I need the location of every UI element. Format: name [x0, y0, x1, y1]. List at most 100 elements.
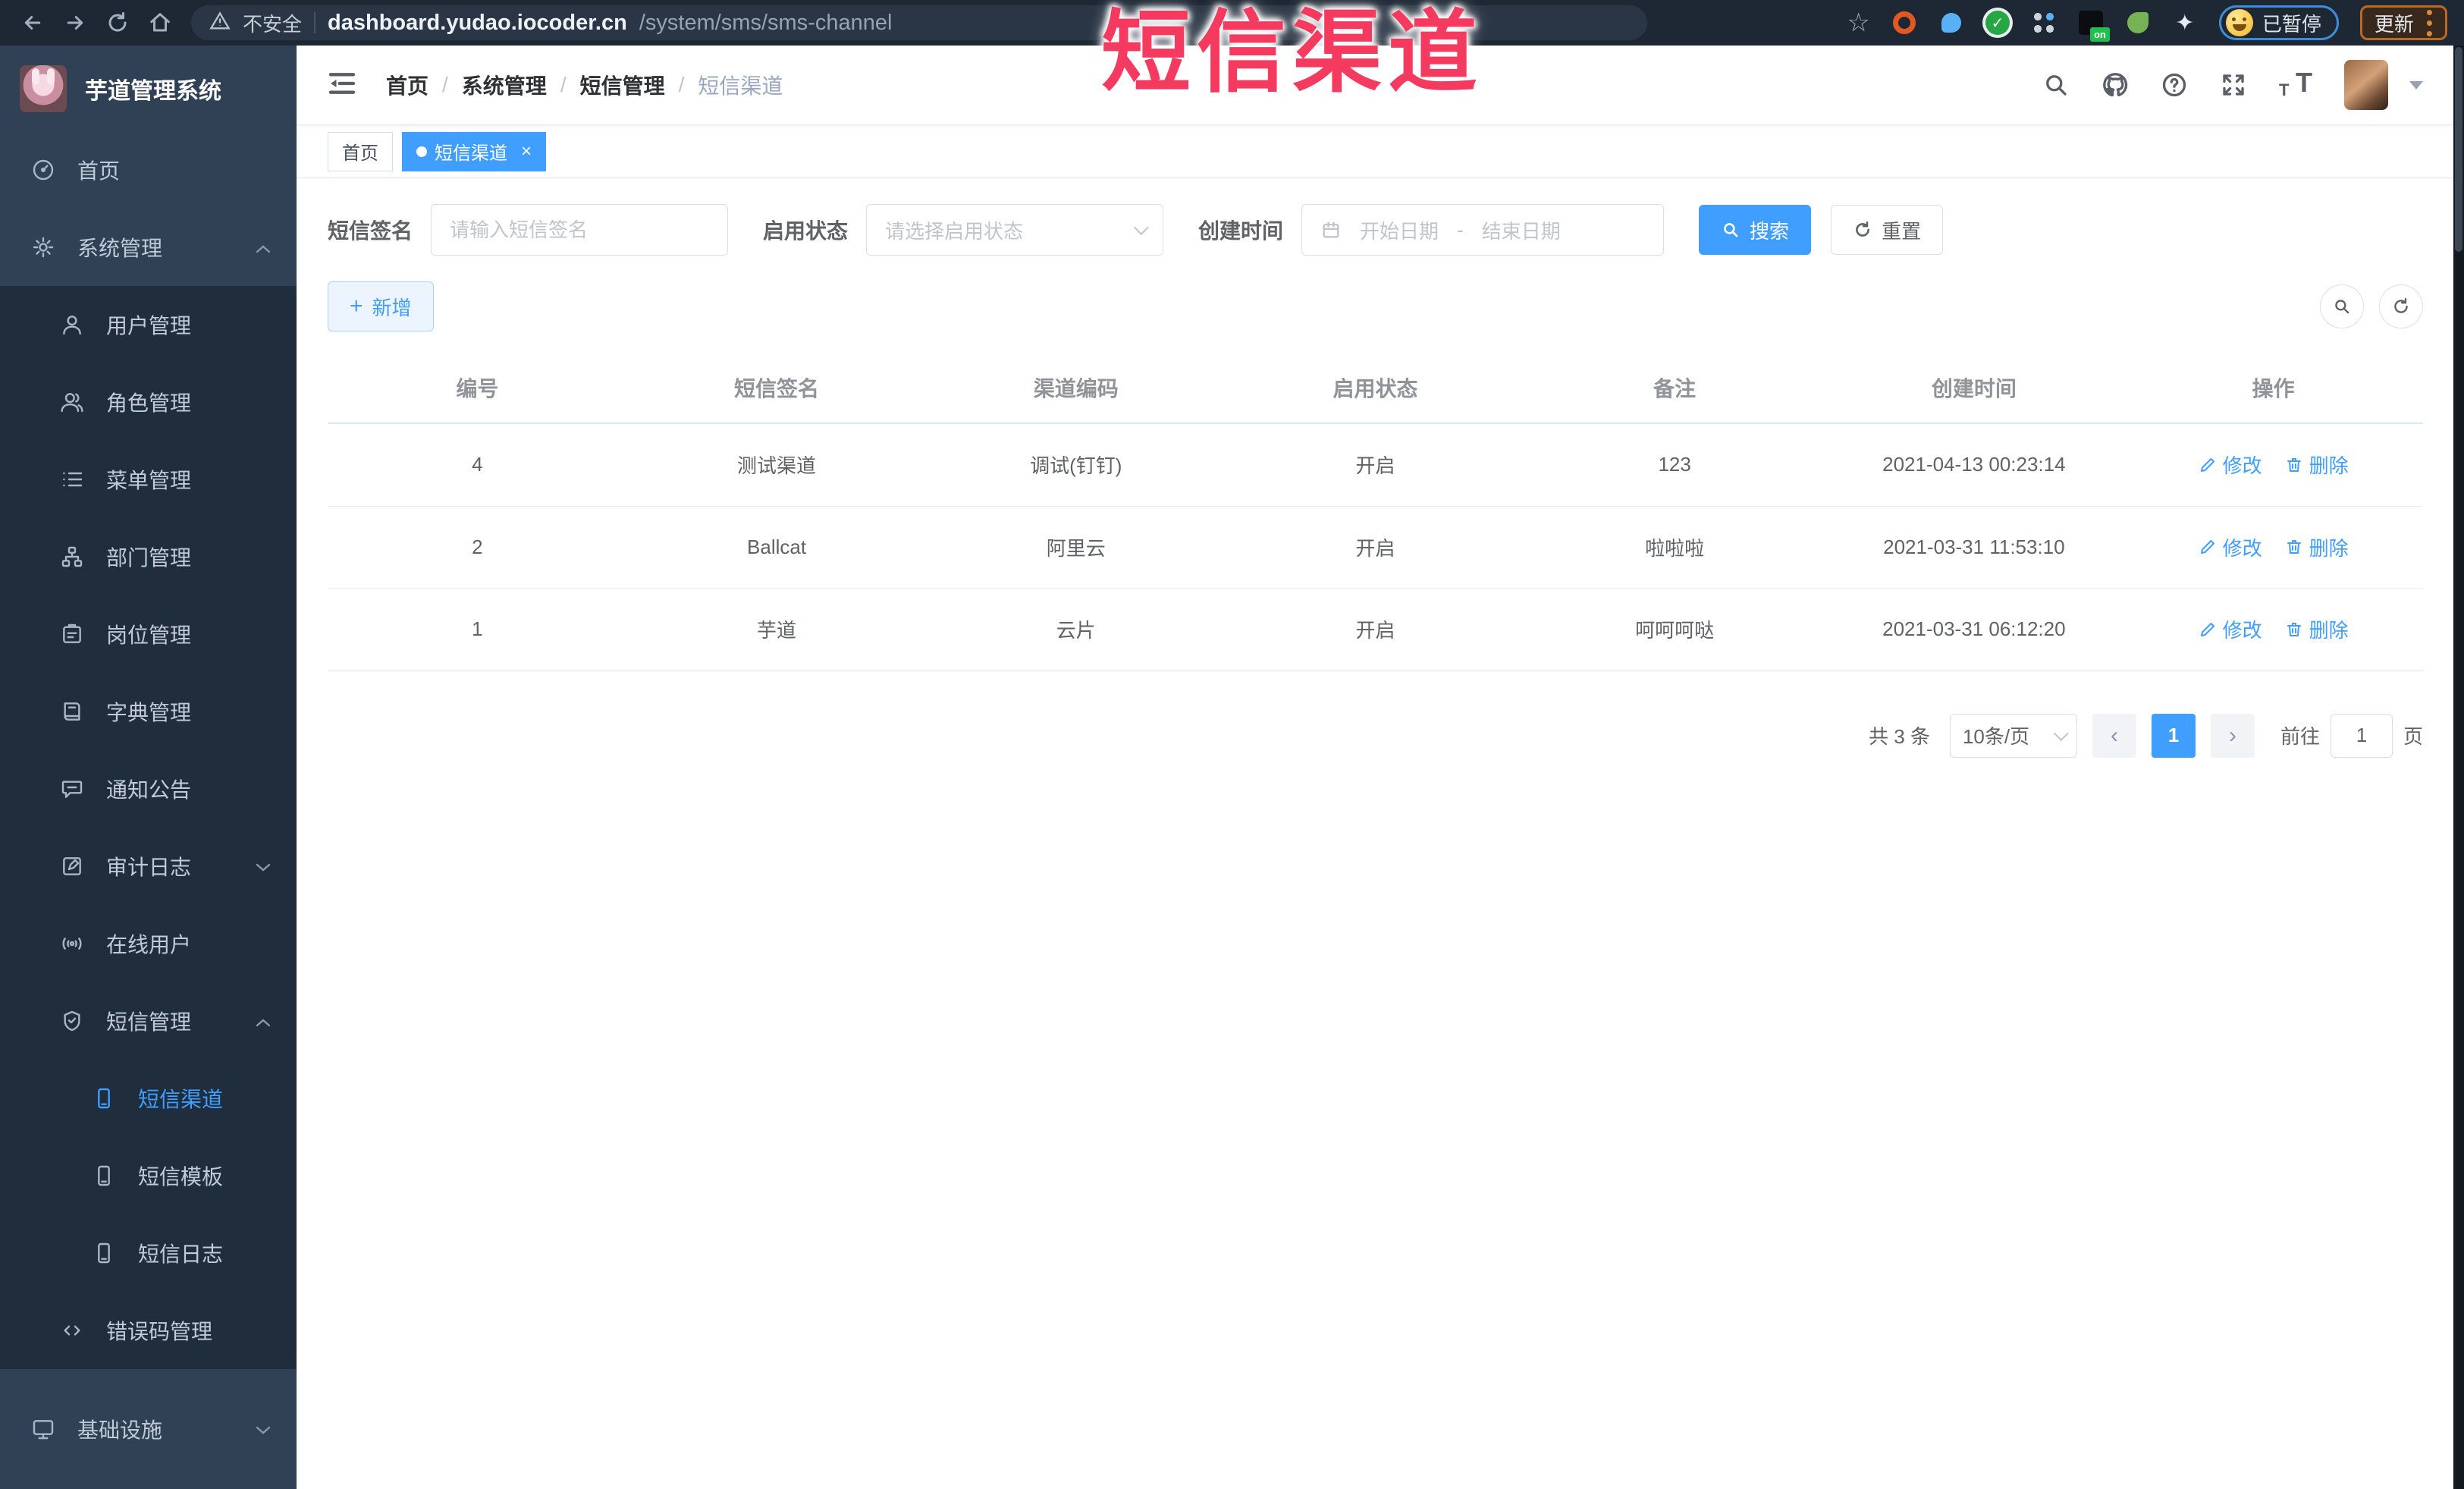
edit-link[interactable]: 修改: [2199, 615, 2262, 643]
sidebar-item-dict-management[interactable]: 字典管理: [0, 673, 297, 750]
tag-home[interactable]: 首页: [328, 131, 393, 171]
sidebar-item-error-code[interactable]: 错误码管理: [0, 1292, 297, 1369]
cell-sign: 测试渠道: [626, 423, 927, 507]
sidebar-item-role-management[interactable]: 角色管理: [0, 363, 297, 441]
phone-icon: [91, 1164, 117, 1188]
status-select[interactable]: 请选择启用状态: [866, 204, 1164, 256]
update-label: 更新: [2374, 12, 2414, 36]
back-icon[interactable]: [14, 4, 52, 42]
sidebar-item-audit-log[interactable]: 审计日志: [0, 828, 297, 905]
sidebar-item-menu-management[interactable]: 菜单管理: [0, 441, 297, 518]
address-bar[interactable]: 不安全 dashboard.yudao.iocoder.cn/system/sm…: [191, 5, 1647, 40]
home-icon[interactable]: [141, 4, 179, 42]
sidebar-item-dept-management[interactable]: 部门管理: [0, 518, 297, 595]
sidebar-logo-row[interactable]: 芋道管理系统: [0, 46, 297, 131]
search-button-label: 搜索: [1750, 219, 1790, 243]
profile-paused-pill[interactable]: 已暂停: [2218, 5, 2339, 40]
github-icon[interactable]: [2101, 71, 2129, 99]
sidebar-item-sms-management[interactable]: 短信管理: [0, 982, 297, 1060]
security-label[interactable]: 不安全: [243, 9, 302, 37]
goto-page-input[interactable]: [2330, 713, 2393, 758]
page-1-button[interactable]: 1: [2151, 713, 2196, 758]
delete-link[interactable]: 删除: [2285, 533, 2349, 561]
url-path[interactable]: /system/sms/sms-channel: [639, 11, 893, 36]
sidebar-item-sms-channel[interactable]: 短信渠道: [0, 1060, 297, 1137]
breadcrumb-system[interactable]: 系统管理: [462, 70, 547, 100]
status-label: 启用状态: [763, 219, 849, 243]
forward-icon[interactable]: [56, 4, 94, 42]
shield-icon: [59, 1009, 85, 1033]
breadcrumb-home[interactable]: 首页: [386, 70, 428, 100]
sidebar-item-notice[interactable]: 通知公告: [0, 750, 297, 828]
sidebar-item-infrastructure[interactable]: 基础设施: [0, 1369, 297, 1489]
add-button[interactable]: 新增: [328, 281, 434, 331]
font-size-icon[interactable]: [2279, 67, 2312, 100]
date-range-picker[interactable]: 开始日期 - 结束日期: [1301, 204, 1665, 256]
cell-id: 2: [328, 506, 627, 589]
goto-unit: 页: [2403, 725, 2423, 748]
sidebar-item-system-management[interactable]: 系统管理: [0, 209, 297, 286]
delete-link[interactable]: 删除: [2285, 451, 2349, 479]
reload-icon[interactable]: [99, 4, 137, 42]
trash-icon: [2287, 622, 2301, 636]
tag-sms-channel[interactable]: 短信渠道: [402, 131, 547, 171]
extension-orange-icon[interactable]: [1891, 10, 1917, 36]
refresh-table-button[interactable]: [2379, 284, 2423, 328]
user-icon: [59, 313, 85, 337]
sidebar-item-home[interactable]: 首页: [0, 131, 297, 209]
cell-code: 调试(钉钉): [926, 423, 1226, 507]
fullscreen-icon[interactable]: [2220, 71, 2247, 99]
browser-scrollbar[interactable]: [2453, 46, 2464, 1489]
sidebar-item-label: 角色管理: [106, 391, 192, 415]
sidebar-submenu-system: 用户管理 角色管理 菜单管理 部门管理 岗位管理 字典管理 通知公告 审计日志 …: [0, 286, 297, 1369]
prev-page-button[interactable]: ‹: [2092, 713, 2136, 758]
extension-on-badge-icon[interactable]: on: [2078, 10, 2110, 42]
sidebar-item-post-management[interactable]: 岗位管理: [0, 595, 297, 673]
date-start-placeholder[interactable]: 开始日期: [1360, 216, 1439, 244]
scrollbar-thumb[interactable]: [2455, 47, 2462, 252]
browser-menu-icon[interactable]: • • •: [2426, 2, 2433, 44]
collapse-menu-icon[interactable]: [327, 71, 357, 100]
toggle-search-button[interactable]: [2320, 284, 2364, 328]
search-icon[interactable]: [2042, 71, 2070, 99]
col-remark: 备注: [1524, 351, 1825, 424]
extension-puzzle-icon[interactable]: ✦: [2172, 10, 2198, 36]
edit-link[interactable]: 修改: [2199, 451, 2262, 479]
extension-sprout-icon[interactable]: [2125, 10, 2151, 36]
user-avatar[interactable]: [2344, 60, 2388, 110]
extension-pin-icon[interactable]: [1938, 10, 1964, 36]
add-button-label: 新增: [372, 296, 412, 319]
extension-grid-icon[interactable]: [2031, 10, 2057, 36]
page-size-select[interactable]: 10条/页: [1949, 713, 2077, 758]
table-row: 2 Ballcat 阿里云 开启 啦啦啦 2021-03-31 11:53:10…: [328, 506, 2423, 589]
date-end-placeholder[interactable]: 结束日期: [1482, 216, 1561, 244]
avatar-caret-icon[interactable]: [2409, 80, 2423, 90]
search-form: 短信签名 启用状态 请选择启用状态 创建时间 开始日期 - 结束日期: [328, 204, 2423, 256]
sidebar-item-label: 用户管理: [106, 314, 192, 338]
cell-actions: 修改 删除: [2123, 506, 2423, 589]
extension-check-icon[interactable]: ✓: [1985, 11, 2010, 35]
goto-label: 前往: [2280, 725, 2320, 748]
sidebar-item-sms-log[interactable]: 短信日志: [0, 1214, 297, 1292]
delete-link[interactable]: 删除: [2285, 615, 2349, 643]
sidebar-item-sms-template[interactable]: 短信模板: [0, 1137, 297, 1214]
breadcrumb-sms[interactable]: 短信管理: [580, 70, 665, 100]
close-icon[interactable]: [521, 143, 532, 161]
bookmark-star-icon[interactable]: ☆: [1847, 8, 1869, 38]
edit-link[interactable]: 修改: [2199, 533, 2262, 561]
trash-icon: [2287, 457, 2301, 472]
sidebar-item-online-users[interactable]: 在线用户: [0, 905, 297, 982]
sidebar-item-user-management[interactable]: 用户管理: [0, 286, 297, 363]
on-badge: on: [2089, 27, 2110, 42]
reset-button[interactable]: 重置: [1831, 205, 1944, 255]
sign-input[interactable]: [431, 204, 729, 256]
edit-pencil-icon: [2200, 457, 2214, 472]
help-icon[interactable]: [2161, 71, 2188, 99]
search-button[interactable]: 搜索: [1699, 205, 1812, 255]
plus-icon: [350, 295, 363, 319]
breadcrumb-separator: /: [678, 73, 685, 96]
url-host[interactable]: dashboard.yudao.iocoder.cn: [328, 11, 627, 36]
browser-update-button[interactable]: 更新 • • •: [2359, 2, 2447, 44]
search-icon: [1724, 223, 1738, 237]
next-page-button[interactable]: ›: [2210, 713, 2255, 758]
